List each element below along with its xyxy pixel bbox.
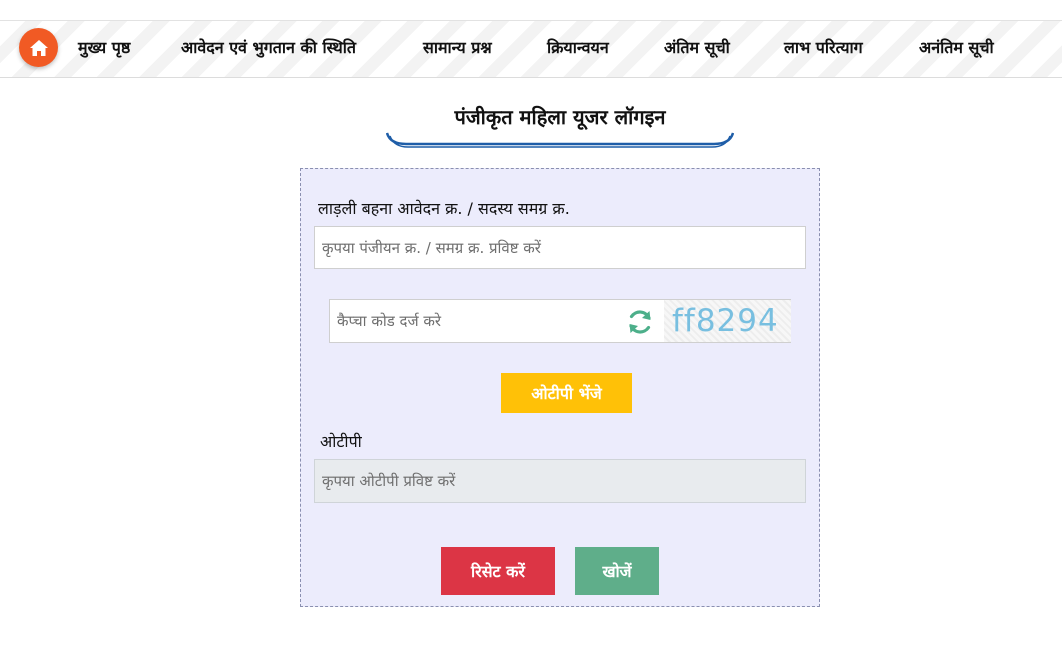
nav-item-faq[interactable]: सामान्य प्रश्न — [423, 36, 492, 60]
page-title: पंजीकृत महिला यूजर लॉगइन — [454, 105, 666, 129]
home-button[interactable] — [19, 28, 58, 67]
registration-id-input[interactable]: कृपया पंजीयन क्र. / समग्र क्र. प्रविष्ट … — [314, 226, 806, 269]
captcha-group: कैप्चा कोड दर्ज करे ff8294 — [329, 299, 791, 343]
refresh-icon[interactable] — [625, 307, 655, 337]
title-underline — [386, 132, 734, 148]
search-button[interactable]: खोजें — [575, 547, 659, 595]
send-otp-button[interactable]: ओटीपी भेंजे — [501, 373, 632, 413]
home-icon — [29, 39, 48, 56]
registration-id-label: लाड़ली बहना आवेदन क्र. / सदस्य समग्र क्र… — [318, 199, 570, 218]
reset-button[interactable]: रिसेट करें — [441, 547, 555, 595]
captcha-input[interactable]: कैप्चा कोड दर्ज करे — [330, 300, 620, 342]
nav-item-benefit-relinquish[interactable]: लाभ परित्याग — [784, 36, 863, 60]
otp-label: ओटीपी — [320, 432, 362, 451]
captcha-image: ff8294 — [664, 300, 791, 342]
top-navbar: मुख्य पृष्ठ आवेदन एवं भुगतान की स्थिति स… — [0, 20, 1062, 78]
otp-input[interactable]: कृपया ओटीपी प्रविष्ट करें — [314, 459, 806, 503]
nav-item-implementation[interactable]: क्रियान्वयन — [547, 36, 609, 60]
nav-item-final-list[interactable]: अंतिम सूची — [664, 36, 730, 60]
nav-item-home[interactable]: मुख्य पृष्ठ — [78, 36, 130, 60]
nav-item-provisional-list[interactable]: अनंतिम सूची — [919, 36, 994, 60]
nav-item-application-status[interactable]: आवेदन एवं भुगतान की स्थिति — [181, 36, 356, 60]
